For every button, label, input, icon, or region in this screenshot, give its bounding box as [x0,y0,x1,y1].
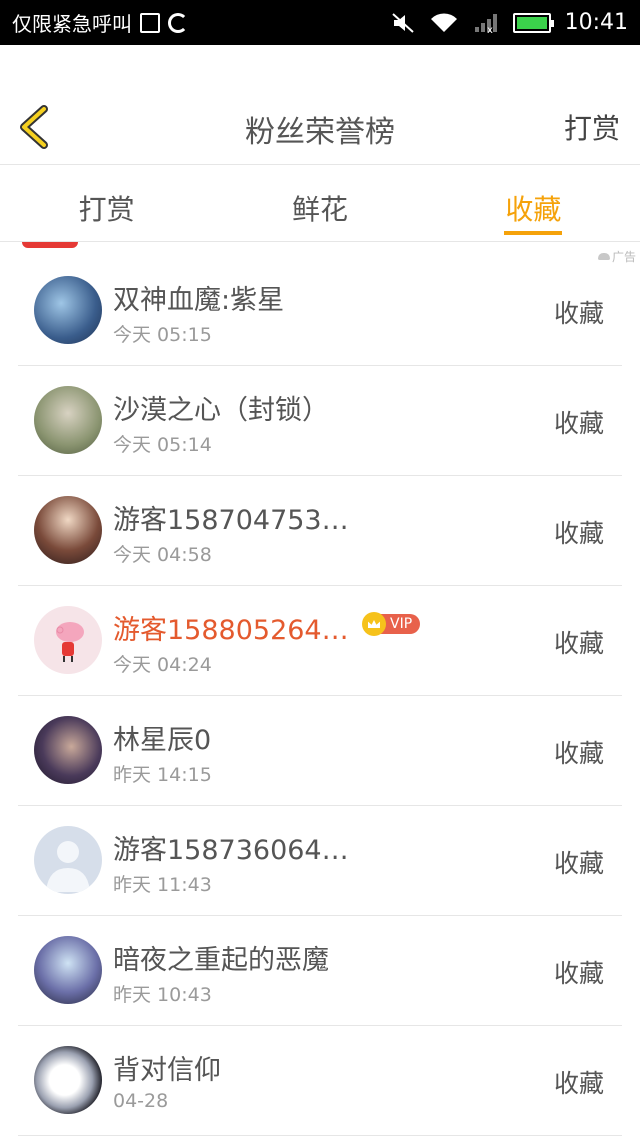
sync-icon [168,12,188,33]
timestamp: 今天 05:15 [113,324,212,346]
list-item[interactable]: 林星辰0 昨天 14:15 收藏 [18,696,622,806]
favorite-label: 收藏 [553,629,604,658]
carrier-text: 仅限紧急呼叫 [12,12,132,36]
user-name: 游客1587360647... [113,835,353,866]
timestamp: 今天 04:58 [113,544,212,566]
nav-bar: 粉丝荣誉榜 打赏 [0,45,640,165]
clock: 10:41 [564,10,628,35]
tab-bar: 打赏 鲜花 收藏 [0,166,640,242]
favorite-label: 收藏 [553,739,604,768]
peppa-icon [56,622,84,662]
wifi-icon [430,12,457,32]
user-name: 林星辰0 [113,725,212,756]
favorite-label: 收藏 [553,409,604,438]
favorite-label: 收藏 [553,519,604,548]
list-item[interactable]: 背对信仰 04-28 收藏 [18,1026,622,1136]
user-name: 沙漠之心（封锁） [113,395,329,426]
svg-text:x: x [487,25,493,34]
timestamp: 昨天 14:15 [113,764,212,786]
crown-icon [362,612,386,636]
fan-list: 双神血魔:紫星 今天 05:15 收藏 沙漠之心（封锁） 今天 05:14 收藏… [0,256,640,1136]
user-name: 游客1588052649... [113,615,353,646]
favorite-label: 收藏 [553,849,604,878]
avatar [34,1046,102,1114]
list-item[interactable]: 沙漠之心（封锁） 今天 05:14 收藏 [18,366,622,476]
tab-flowers[interactable]: 鲜花 [213,166,426,241]
user-name: 背对信仰 [113,1055,221,1086]
favorite-label: 收藏 [553,299,604,328]
avatar [34,276,102,344]
tab-favorites[interactable]: 收藏 [427,166,640,241]
battery-icon [512,12,554,33]
timestamp: 今天 05:14 [113,434,212,456]
timestamp: 昨天 10:43 [113,984,212,1006]
reward-button[interactable]: 打赏 [564,107,620,147]
default-user-icon [46,841,90,892]
mute-icon [391,12,414,33]
list-item[interactable]: 游客1588052649... VIP 今天 04:24 收藏 [18,586,622,696]
avatar [34,496,102,564]
list-item[interactable]: 游客1587360647... 昨天 11:43 收藏 [18,806,622,916]
list-item[interactable]: 双神血魔:紫星 今天 05:15 收藏 [18,256,622,366]
vip-badge: VIP [362,612,421,636]
avatar [34,386,102,454]
avatar [34,716,102,784]
page-title: 粉丝荣誉榜 [245,115,395,150]
user-name: 游客1587047534... [113,505,353,536]
timestamp: 04-28 [113,1090,169,1112]
tab-reward[interactable]: 打赏 [0,166,213,241]
image-icon [140,12,160,33]
avatar [34,826,102,894]
list-item[interactable]: 暗夜之重起的恶魔 昨天 10:43 收藏 [18,916,622,1026]
user-name: 双神血魔:紫星 [113,285,285,316]
avatar [34,936,102,1004]
timestamp: 昨天 11:43 [113,874,212,896]
user-name: 暗夜之重起的恶魔 [113,945,329,976]
timestamp: 今天 04:24 [113,654,212,676]
list-item[interactable]: 游客1587047534... 今天 04:58 收藏 [18,476,622,586]
favorite-label: 收藏 [553,959,604,988]
ad-banner-edge [22,242,78,248]
favorite-label: 收藏 [553,1069,604,1098]
avatar [34,606,102,674]
signal-icon: x [474,13,497,34]
status-bar: 仅限紧急呼叫 x 10:41 [0,0,640,45]
